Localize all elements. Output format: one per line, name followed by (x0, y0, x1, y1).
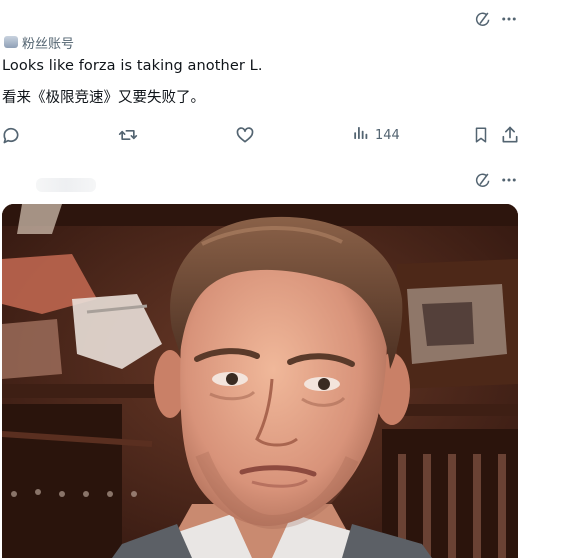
reply-icon (1, 125, 21, 145)
post-media-image[interactable] (2, 204, 518, 558)
avatar[interactable] (4, 36, 18, 48)
heart-icon (235, 125, 255, 145)
bookmark-button[interactable] (470, 124, 492, 146)
author-name[interactable]: 粉丝账号 (22, 33, 74, 52)
author-name-blurred (36, 178, 96, 192)
grok-icon[interactable] (473, 9, 493, 29)
more-icon[interactable] (499, 9, 519, 29)
views-count: 144 (375, 127, 400, 143)
grok-icon[interactable] (473, 170, 493, 190)
like-button[interactable] (234, 124, 256, 146)
views-button[interactable]: 144 (352, 124, 400, 146)
views-icon (352, 124, 370, 146)
post-text-translation: 看来《极限竞速》又要失败了。 (2, 90, 205, 106)
reply-button[interactable] (0, 124, 22, 146)
share-button[interactable] (499, 124, 521, 146)
bookmark-icon (472, 125, 490, 145)
retweet-icon (117, 125, 139, 145)
retweet-button[interactable] (116, 124, 140, 146)
share-icon (500, 125, 520, 145)
more-icon[interactable] (499, 170, 519, 190)
post-text: Looks like forza is taking another L. (2, 58, 263, 74)
